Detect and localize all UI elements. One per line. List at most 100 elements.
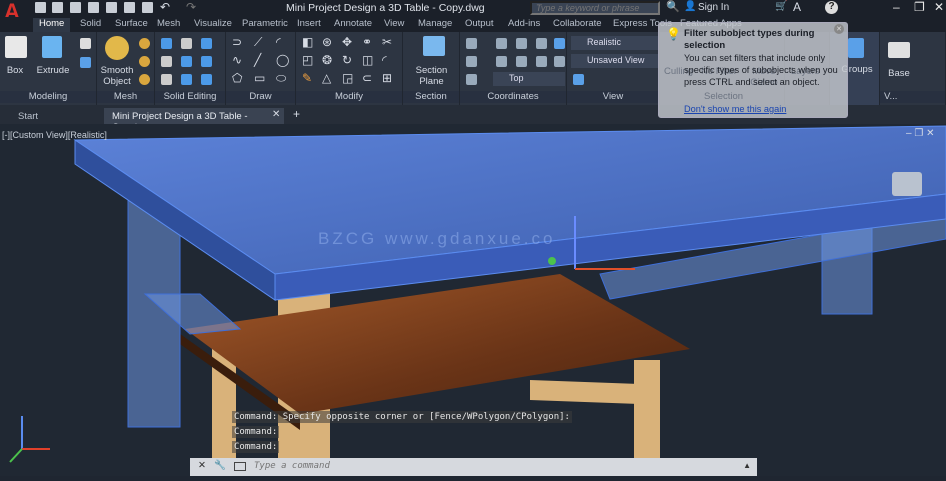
search-icon[interactable]: 🔍 [666,0,680,13]
command-input[interactable] [254,461,734,471]
ucs-icon[interactable] [466,74,477,85]
smooth-object-button[interactable]: Smooth Object [97,65,137,87]
tab-home[interactable]: Home [33,18,71,32]
tab-parametric[interactable]: Parametric [242,18,288,29]
rotate-icon[interactable]: ↻ [342,53,352,67]
viewport-window-controls[interactable]: – ❐ ✕ [906,128,934,139]
move-icon[interactable]: ✥ [342,35,352,49]
offset-icon[interactable]: ⊂ [362,71,372,85]
array-icon[interactable]: ⚭ [362,35,372,49]
dont-show-again-link[interactable]: Don't show me this again [684,103,786,115]
tab-surface[interactable]: Surface [115,18,148,29]
panel-label[interactable]: Coordinates [460,91,566,103]
share-icon[interactable] [124,2,135,13]
help-icon[interactable]: ? [825,1,838,14]
ucs-icon[interactable] [466,38,477,49]
tab-solid[interactable]: Solid [80,18,101,29]
ucs-icon[interactable] [554,38,565,49]
undo-icon[interactable]: ↶ [160,0,170,14]
panel-label[interactable]: Mesh [97,91,154,103]
tab-add-ins[interactable]: Add-ins [508,18,540,29]
polyline-icon[interactable]: ⊃ [232,35,242,49]
ucs-icon[interactable] [516,56,527,67]
fillet-icon[interactable]: ◜ [382,53,387,67]
ucs-icon[interactable] [466,56,477,67]
view-direction-dropdown[interactable]: Top [493,72,565,86]
viewport-config-icon[interactable] [573,74,584,85]
print-icon[interactable] [142,2,153,13]
extrude-button[interactable]: Extrude [36,65,70,76]
close-command-icon[interactable]: ✕ [198,460,206,471]
separate-icon[interactable] [201,74,212,85]
panel-label[interactable]: Section [403,91,459,103]
open-icon[interactable] [52,2,63,13]
viewcube[interactable] [892,172,922,196]
panel-label[interactable]: Solid Editing [155,91,225,103]
redo-icon[interactable]: ↷ [186,0,196,14]
erase-icon[interactable]: ✎ [302,71,312,85]
named-view-dropdown[interactable]: Unsaved View [571,54,659,68]
close-icon[interactable]: ✕ [934,0,944,14]
save-as-icon[interactable] [88,2,99,13]
thicken-icon[interactable] [201,56,212,67]
line-icon[interactable]: ╱ [254,53,261,67]
3d-rotate-icon[interactable]: △ [322,71,331,85]
tab-annotate[interactable]: Annotate [334,18,372,29]
trim-icon[interactable]: ✂ [382,35,392,49]
tab-view[interactable]: View [384,18,404,29]
cart-icon[interactable]: 🛒 [775,1,787,12]
circle-icon[interactable]: ◯ [276,53,289,67]
autodesk-app-icon[interactable]: A [793,0,801,14]
plot-preview-icon[interactable] [106,2,117,13]
tab-mesh[interactable]: Mesh [157,18,180,29]
save-icon[interactable] [70,2,81,13]
base-button[interactable]: Base [886,68,912,79]
extrude-faces-icon[interactable] [181,74,192,85]
spline-icon[interactable]: ∿ [232,53,242,67]
ucs-icon[interactable] [496,56,507,67]
presspull-icon[interactable] [80,57,91,68]
mesh-icon[interactable] [139,56,150,67]
polygon-icon[interactable]: ⬠ [232,71,242,85]
close-tab-icon[interactable]: ✕ [272,109,280,120]
extract-edges-icon[interactable] [161,74,172,85]
search-input[interactable] [530,1,660,15]
intersect-icon[interactable] [201,38,212,49]
new-tab-icon[interactable]: + [293,107,300,121]
helix-icon[interactable]: ⟋ [254,35,262,50]
tab-manage[interactable]: Manage [418,18,452,29]
ellipse-icon[interactable]: ⬭ [276,71,286,86]
panel-label-selection[interactable]: Selection [704,91,743,102]
ucs-icon[interactable] [516,38,527,49]
interfere-icon[interactable] [161,56,172,67]
align-icon[interactable]: ◰ [302,53,313,67]
tab-visualize[interactable]: Visualize [194,18,232,29]
ucs-icon[interactable] [554,56,565,67]
tab-insert[interactable]: Insert [297,18,321,29]
panel-label[interactable]: Modeling [0,91,96,103]
mirror-icon[interactable]: ◧ [302,35,313,49]
gizmo-icon[interactable]: ⊛ [322,35,332,49]
ucs-icon[interactable] [536,38,547,49]
slice-icon[interactable] [181,56,192,67]
tab-collaborate[interactable]: Collaborate [553,18,602,29]
sign-in-button[interactable]: Sign In [698,2,729,13]
polysolid-icon[interactable] [80,38,91,49]
arc-icon[interactable]: ◜ [276,35,281,49]
union-icon[interactable] [161,38,172,49]
box-button[interactable]: Box [0,65,30,76]
visual-style-dropdown[interactable]: Realistic [571,36,659,50]
stretch-icon[interactable]: ◫ [362,53,373,67]
customize-wrench-icon[interactable]: 🔧 [214,460,226,471]
rect-array-icon[interactable]: ⊞ [382,71,392,85]
ucs-icon[interactable] [536,56,547,67]
tab-drawing[interactable]: Mini Project Design a 3D Table - Copy* [104,108,284,133]
tab-start[interactable]: Start [10,108,100,124]
new-icon[interactable] [35,2,46,13]
mesh-icon[interactable] [139,38,150,49]
panel-label[interactable]: Draw [226,91,295,103]
viewport-controls-label[interactable]: [-][Custom View][Realistic] [2,130,107,140]
tab-output[interactable]: Output [465,18,494,29]
panel-label[interactable]: Modify [296,91,402,103]
expand-history-icon[interactable]: ▲ [743,461,751,470]
